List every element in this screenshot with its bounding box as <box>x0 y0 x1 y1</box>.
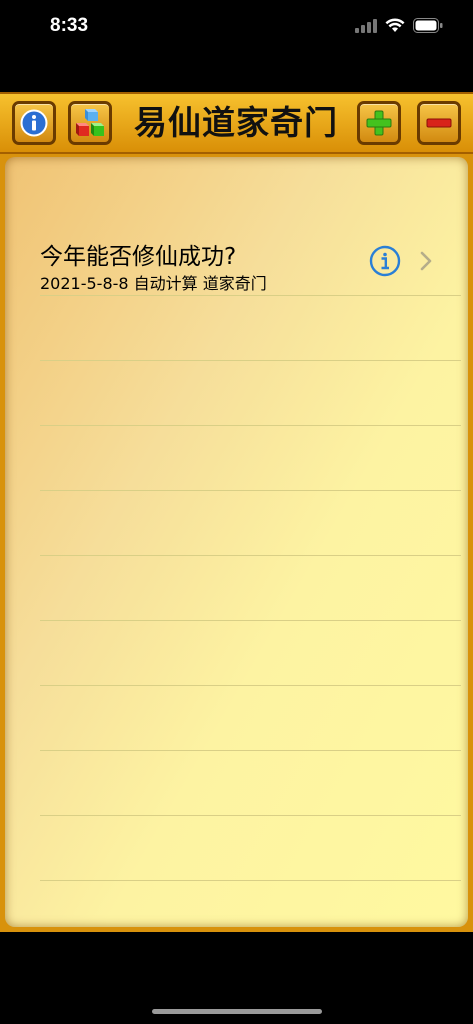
status-icons <box>355 18 443 33</box>
row-divider <box>40 555 461 556</box>
row-divider <box>40 620 461 621</box>
app-title: 易仙道家奇门 <box>134 103 338 142</box>
list-item[interactable]: 今年能否修仙成功? 2021-5-8-8 自动计算 道家奇门 <box>5 229 468 295</box>
info-button[interactable] <box>12 101 56 145</box>
signal-icon <box>355 18 377 33</box>
notepad: 今年能否修仙成功? 2021-5-8-8 自动计算 道家奇门 <box>5 157 468 927</box>
row-divider <box>40 815 461 816</box>
plus-icon <box>366 110 392 136</box>
minus-icon <box>426 118 452 128</box>
row-divider <box>40 880 461 881</box>
row-divider <box>40 295 461 296</box>
item-title: 今年能否修仙成功? <box>40 244 237 270</box>
add-button[interactable] <box>357 101 401 145</box>
toolbar: 易仙道家奇门 <box>0 92 473 154</box>
row-divider <box>40 685 461 686</box>
row-divider <box>40 360 461 361</box>
item-subtitle: 2021-5-8-8 自动计算 道家奇门 <box>40 274 267 293</box>
status-time: 8:33 <box>50 15 89 36</box>
info-circle-icon[interactable] <box>369 245 401 277</box>
battery-icon <box>413 18 443 33</box>
cubes-button[interactable] <box>68 101 112 145</box>
notepad-frame: 今年能否修仙成功? 2021-5-8-8 自动计算 道家奇门 <box>0 154 473 932</box>
home-indicator[interactable] <box>152 1009 322 1014</box>
row-divider <box>40 750 461 751</box>
row-divider <box>40 425 461 426</box>
chevron-right-icon[interactable] <box>419 249 433 273</box>
wifi-icon <box>385 18 405 32</box>
row-divider <box>40 490 461 491</box>
status-bar: 8:33 <box>0 0 473 56</box>
remove-button[interactable] <box>417 101 461 145</box>
info-icon <box>20 109 48 137</box>
cubes-icon <box>76 109 104 136</box>
